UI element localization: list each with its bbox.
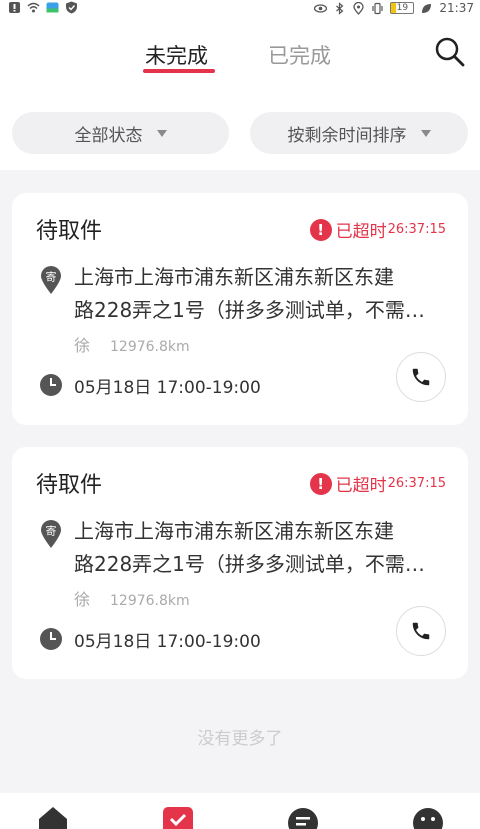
sort-dropdown[interactable]: 按剩余时间排序 [250,112,468,154]
order-card[interactable]: 待取件 ! 已超时 26:37:15 寄 上海市上海市浦东新区浦东新区东建 路2… [12,447,468,679]
address-line-2: 路228弄之1号（拼多多测试单，不需… [74,298,425,322]
call-button[interactable] [396,606,446,656]
distance: 12976.8km [110,593,190,609]
contact-name: 徐 [74,590,91,609]
pickup-timeslot: 05月18日 17:00-19:00 [74,378,261,398]
notification-icon [9,2,20,13]
status-bar: 19 21:37 [0,0,480,18]
battery-indicator: 19 [390,2,415,14]
overdue-badge: ! 已超时 26:37:15 [309,217,446,242]
end-of-list-text: 没有更多了 [197,729,283,749]
status-bar-left [8,1,78,14]
sort-label: 按剩余时间排序 [287,125,407,146]
overdue-label: 已超时 [335,222,387,242]
tab-completed[interactable]: 已完成 [268,40,331,70]
wifi-icon [27,2,40,13]
status-filter-dropdown[interactable]: 全部状态 [12,112,229,154]
pin-glyph: 寄 [46,524,57,538]
home-icon[interactable] [37,805,69,829]
contact-meta: 徐 12976.8km [74,332,190,356]
vibrate-icon [372,2,384,14]
active-tab-indicator [143,69,215,73]
status-time: 21:37 [439,1,474,15]
battery-level: 19 [396,3,409,13]
contact-name: 徐 [74,336,91,355]
pickup-address: 上海市上海市浦东新区浦东新区东建 路228弄之1号（拼多多测试单，不需… [74,515,444,581]
header: 未完成 已完成 全部状态 按剩余时间排序 [0,18,480,170]
status-bar-right: 19 21:37 [314,1,474,15]
bluetooth-icon [336,1,344,15]
checklist-icon[interactable] [162,805,194,829]
overdue-time: 26:37:15 [387,476,446,491]
contact-meta: 徐 12976.8km [74,586,190,610]
order-status-title: 待取件 [36,219,103,244]
shield-icon [66,1,77,14]
pickup-address: 上海市上海市浦东新区浦东新区东建 路228弄之1号（拼多多测试单，不需… [74,261,444,327]
pin-icon: 寄 [41,520,61,548]
order-status-title: 待取件 [36,473,103,498]
location-icon [353,1,365,15]
clock-icon [40,374,62,396]
tab-incomplete[interactable]: 未完成 [145,40,208,70]
tab-bar: 未完成 已完成 [0,40,480,76]
pin-glyph: 寄 [46,270,57,284]
phone-icon [412,368,430,386]
message-icon[interactable] [287,805,319,829]
caret-down-icon [420,129,431,137]
overdue-time: 26:37:15 [387,222,446,237]
leaf-icon [422,3,432,13]
phone-icon [412,622,430,640]
order-card[interactable]: 待取件 ! 已超时 26:37:15 寄 上海市上海市浦东新区浦东新区东建 路2… [12,193,468,425]
clock-icon [40,628,62,650]
overdue-badge: ! 已超时 26:37:15 [309,471,446,496]
overdue-label: 已超时 [335,476,387,496]
pin-icon: 寄 [41,266,61,294]
search-icon[interactable] [434,36,466,68]
bottom-nav [0,793,480,829]
pickup-timeslot: 05月18日 17:00-19:00 [74,632,261,652]
address-line-2: 路228弄之1号（拼多多测试单，不需… [74,552,425,576]
caret-down-icon [156,129,167,137]
address-line-1: 上海市上海市浦东新区浦东新区东建 [74,519,394,543]
alert-icon: ! [309,218,332,241]
alert-icon: ! [309,472,332,495]
distance: 12976.8km [110,339,190,355]
app-icon [46,2,59,13]
eye-icon [314,3,328,13]
address-line-1: 上海市上海市浦东新区浦东新区东建 [74,265,394,289]
call-button[interactable] [396,352,446,402]
status-filter-label: 全部状态 [74,125,143,146]
profile-icon[interactable] [412,805,444,829]
